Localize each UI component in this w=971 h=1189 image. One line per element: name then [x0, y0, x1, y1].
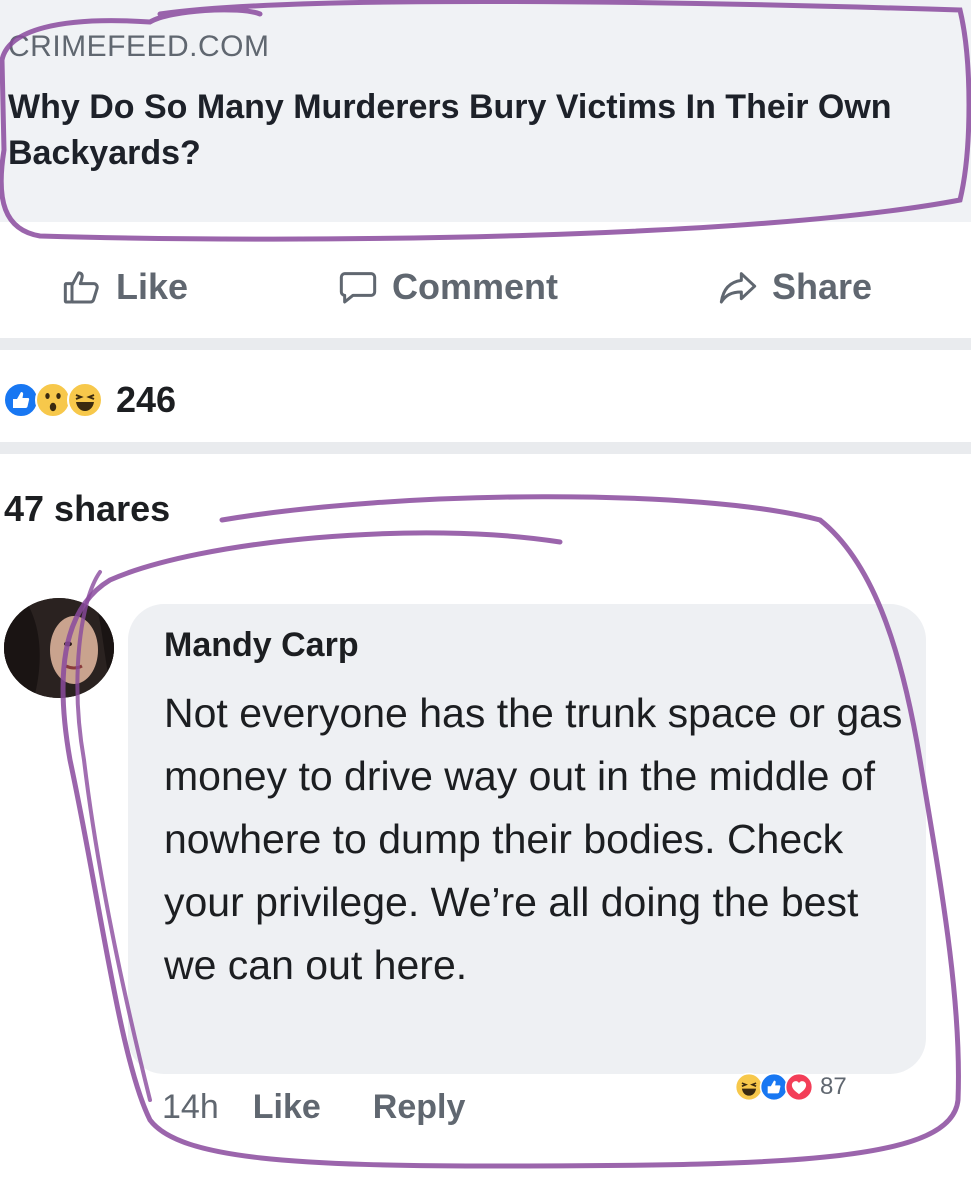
comment-author-name[interactable]: Mandy Carp: [164, 626, 359, 665]
like-button[interactable]: Like: [62, 266, 188, 308]
post-action-bar: Like Comment Share: [0, 238, 971, 338]
comment-timestamp[interactable]: 14h: [162, 1088, 219, 1127]
post-reactions-summary[interactable]: 246: [0, 370, 176, 430]
reaction-count: 246: [116, 379, 177, 420]
comment-reply-button[interactable]: Reply: [373, 1088, 466, 1127]
haha-reaction-icon: [67, 382, 103, 418]
share-button-label: Share: [772, 266, 873, 307]
share-arrow-icon: [718, 267, 758, 307]
section-divider: [0, 442, 971, 454]
shares-count[interactable]: 47 shares: [4, 488, 170, 530]
comment-bubble: Mandy Carp Not everyone has the trunk sp…: [128, 604, 926, 1074]
facebook-post: CRIMEFEED.COM Why Do So Many Murderers B…: [0, 0, 971, 1189]
link-title[interactable]: Why Do So Many Murderers Bury Victims In…: [8, 84, 958, 176]
reaction-icons: [2, 381, 104, 419]
share-button[interactable]: Share: [718, 266, 872, 308]
comment-bubble-icon: [338, 267, 378, 307]
comment-button[interactable]: Comment: [338, 266, 558, 308]
comment-button-label: Comment: [392, 266, 559, 307]
thumbs-up-icon: [62, 267, 102, 307]
comment-reaction-count: 87: [820, 1073, 847, 1100]
section-divider: [0, 338, 971, 350]
comment-like-button[interactable]: Like: [253, 1088, 321, 1127]
avatar[interactable]: [4, 598, 114, 698]
comment-meta-row: 14h Like Reply: [162, 1088, 465, 1127]
love-reaction-icon: [784, 1072, 814, 1102]
comment-text: Not everyone has the trunk space or gas …: [164, 690, 903, 988]
link-source-domain: CRIMEFEED.COM: [8, 30, 270, 63]
comment-reactions-summary[interactable]: 87: [734, 1072, 847, 1102]
link-preview-card[interactable]: CRIMEFEED.COM Why Do So Many Murderers B…: [0, 0, 971, 222]
like-button-label: Like: [116, 266, 189, 307]
